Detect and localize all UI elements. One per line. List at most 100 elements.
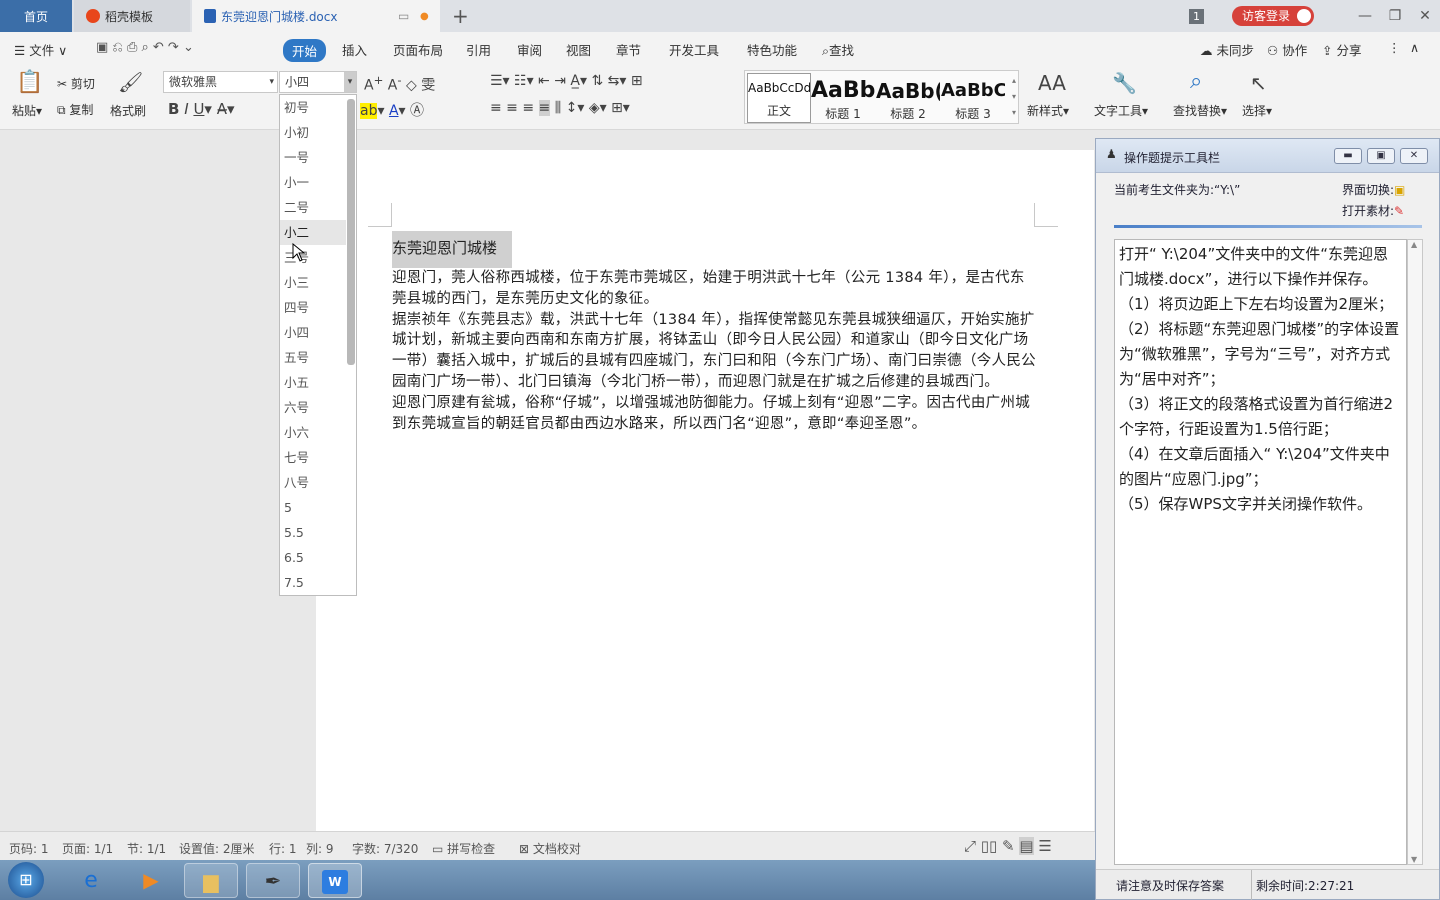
copy-button[interactable]: ⧉ 复制 <box>57 101 93 118</box>
more-icon[interactable]: ⋮ <box>1388 40 1401 55</box>
menu-references[interactable]: 引用 <box>466 40 491 59</box>
helper-close-icon[interactable]: ✕ <box>1400 148 1428 164</box>
share-button[interactable]: ⇪ 分享 <box>1322 40 1361 59</box>
view-mode-icons[interactable]: ⤢ ▯▯ ✎ ▤ ☰ <box>964 837 1052 855</box>
tab-document[interactable]: 东莞迎恩门城楼.docx ▭ ● <box>192 0 440 32</box>
font-size-option[interactable]: 三号 <box>280 245 346 270</box>
window-count-badge[interactable]: 1 <box>1188 8 1204 24</box>
menu-home[interactable]: 开始 <box>283 39 327 62</box>
select-button[interactable]: 选择▾ <box>1242 102 1272 119</box>
font-size-option[interactable]: 小二 <box>280 220 346 245</box>
maximize-icon[interactable]: ❐ <box>1380 8 1410 24</box>
paragraph[interactable]: 据崇祯年《东莞县志》载，洪武十七年（1384 年），指挥使常懿见东莞县城狭细逼仄… <box>392 310 1038 393</box>
menu-developer[interactable]: 开发工具 <box>669 40 719 59</box>
wps-writer-taskbar-icon[interactable]: W <box>308 863 362 898</box>
instructions-textbox[interactable]: 打开“ Y:\204”文件夹中的文件“东莞迎恩门城楼.docx”，进行以下操作并… <box>1114 239 1407 865</box>
font-size-option[interactable]: 初号 <box>280 95 346 120</box>
new-style-icon[interactable]: AA <box>1038 71 1066 95</box>
exam-tool-icon[interactable]: ✒ <box>246 863 300 898</box>
font-size-option[interactable]: 八号 <box>280 470 346 495</box>
pointer-icon[interactable]: ↖ <box>1250 71 1267 95</box>
font-grow-shrink-icons[interactable]: A+ A- ◇ 雯 <box>364 73 435 95</box>
font-size-option[interactable]: 小六 <box>280 420 346 445</box>
format-brush-button[interactable]: 格式刷 <box>110 102 146 119</box>
font-name-select[interactable]: 微软雅黑 ▾ <box>163 71 278 93</box>
font-size-option[interactable]: 六号 <box>280 395 346 420</box>
magnifier-icon[interactable]: ⌕ <box>1190 69 1202 94</box>
new-tab-icon[interactable]: + <box>452 6 469 26</box>
font-size-option[interactable]: 小五 <box>280 370 346 395</box>
helper-minimize-icon[interactable]: ▬ <box>1334 148 1362 164</box>
open-material[interactable]: 打开素材:✎ <box>1342 202 1404 219</box>
ie-browser-icon[interactable]: e <box>64 863 118 898</box>
font-size-select[interactable]: 小四 ▾ <box>279 71 357 93</box>
font-size-option[interactable]: 5 <box>280 495 346 520</box>
instructions-scrollbar[interactable]: ▲ ▼ <box>1407 239 1423 865</box>
font-size-dropdown[interactable]: 初号 小初 一号 小一 二号 小二 三号 小三 四号 小四 五号 小五 六号 小六 七号 八号 5 5.5 6.5 7… <box>279 94 357 596</box>
menu-review[interactable]: 审阅 <box>517 40 542 59</box>
start-menu-icon[interactable]: ⊞ <box>8 862 44 898</box>
status-pages[interactable]: 页面: 1/1 <box>62 840 113 857</box>
font-size-option[interactable]: 小三 <box>280 270 346 295</box>
sync-button[interactable]: ☁ 未同步 <box>1200 40 1254 59</box>
cut-button[interactable]: ✂ 剪切 <box>57 75 95 92</box>
list-indent-icons[interactable]: ☰▾ ☷▾ ⇤ ⇥ A̲▾ ⇅ ⇆▾ ⊞ <box>490 73 643 89</box>
tab-home[interactable]: 首页 <box>0 0 72 32</box>
style-heading-2[interactable]: AaBb(标题 2 <box>876 77 940 127</box>
dropdown-scrollbar[interactable] <box>347 99 355 365</box>
font-size-option[interactable]: 小四 <box>280 320 346 345</box>
menu-chapter[interactable]: 章节 <box>616 40 641 59</box>
font-size-option[interactable]: 五号 <box>280 345 346 370</box>
style-heading-3[interactable]: AaBbC 标题 3 <box>941 77 1005 127</box>
font-size-option[interactable]: 一号 <box>280 145 346 170</box>
menu-features[interactable]: 特色功能 <box>747 40 797 59</box>
format-brush-icon[interactable]: 🖌 <box>118 70 143 94</box>
helper-restore-icon[interactable]: ▣ <box>1367 148 1395 164</box>
status-word-count[interactable]: 字数: 7/320 <box>352 840 418 857</box>
file-explorer-icon[interactable]: ▆ <box>184 863 238 898</box>
spell-check-button[interactable]: ▭ 拼写检查 <box>432 840 495 857</box>
font-size-option[interactable]: 二号 <box>280 195 346 220</box>
document-body[interactable]: 迎恩门，莞人俗称西城楼，位于东莞市莞城区，始建于明洪武十七年（公元 1384 年… <box>392 268 1038 434</box>
alignment-icons[interactable]: ≡ ≡ ≡ ≡ ⫼ ↕▾ ◈▾ ⊞▾ <box>490 100 630 116</box>
style-normal[interactable]: AaBbCcDd 正文 <box>747 73 811 123</box>
paste-button[interactable]: 粘贴▾ <box>12 102 42 119</box>
menu-file[interactable]: ☰ 文件 ∨ <box>14 40 67 59</box>
close-icon[interactable]: ✕ <box>1410 8 1440 24</box>
highlight-color-icons[interactable]: ab▾ A▾ Ⓐ <box>360 100 424 120</box>
restore-tab-icon[interactable]: ▭ <box>398 9 409 23</box>
style-scroll-icon[interactable]: ▴ ▾ ▾ <box>1012 73 1016 121</box>
minimize-icon[interactable]: — <box>1350 8 1380 24</box>
search-menu[interactable]: ⌕查找 <box>822 40 854 59</box>
status-row[interactable]: 行: 1 <box>269 840 297 857</box>
font-size-option[interactable]: 七号 <box>280 445 346 470</box>
paragraph[interactable]: 迎恩门原建有瓮城，俗称“仔城”，以增强城池防御能力。仔城上刻有“迎恩”二字。因古… <box>392 393 1038 435</box>
login-button[interactable]: 访客登录 <box>1231 6 1314 26</box>
collab-button[interactable]: ⚇ 协作 <box>1267 40 1307 59</box>
status-setting[interactable]: 设置值: 2厘米 <box>179 840 255 857</box>
font-size-option[interactable]: 7.5 <box>280 570 346 595</box>
text-tools-button[interactable]: 文字工具▾ <box>1094 102 1148 119</box>
font-size-option[interactable]: 5.5 <box>280 520 346 545</box>
document-title[interactable]: 东莞迎恩门城楼 <box>392 231 512 268</box>
tab-template[interactable]: 稻壳模板 <box>74 0 190 32</box>
font-size-option[interactable]: 6.5 <box>280 545 346 570</box>
text-style-icons[interactable]: B I U▾ A̶▾ <box>168 100 235 118</box>
menu-page-layout[interactable]: 页面布局 <box>393 40 443 59</box>
media-player-icon[interactable]: ▶ <box>124 863 178 898</box>
font-size-option[interactable]: 小一 <box>280 170 346 195</box>
paragraph[interactable]: 迎恩门，莞人俗称西城楼，位于东莞市莞城区，始建于明洪武十七年（公元 1384 年… <box>392 268 1038 310</box>
menu-insert[interactable]: 插入 <box>342 40 367 59</box>
interface-switch[interactable]: 界面切换:▣ <box>1342 181 1405 198</box>
paste-icon[interactable]: 📋 <box>16 70 43 95</box>
collapse-ribbon-icon[interactable]: ∧ <box>1410 40 1419 55</box>
wrench-icon[interactable]: 🔧 <box>1112 71 1137 95</box>
font-size-option[interactable]: 四号 <box>280 295 346 320</box>
status-col[interactable]: 列: 9 <box>306 840 334 857</box>
status-page-code[interactable]: 页码: 1 <box>9 840 49 857</box>
proofread-button[interactable]: ⊠ 文档校对 <box>519 840 581 857</box>
font-size-option[interactable]: 小初 <box>280 120 346 145</box>
menu-view[interactable]: 视图 <box>566 40 591 59</box>
find-replace-button[interactable]: 查找替换▾ <box>1173 102 1227 119</box>
status-section[interactable]: 节: 1/1 <box>127 840 166 857</box>
